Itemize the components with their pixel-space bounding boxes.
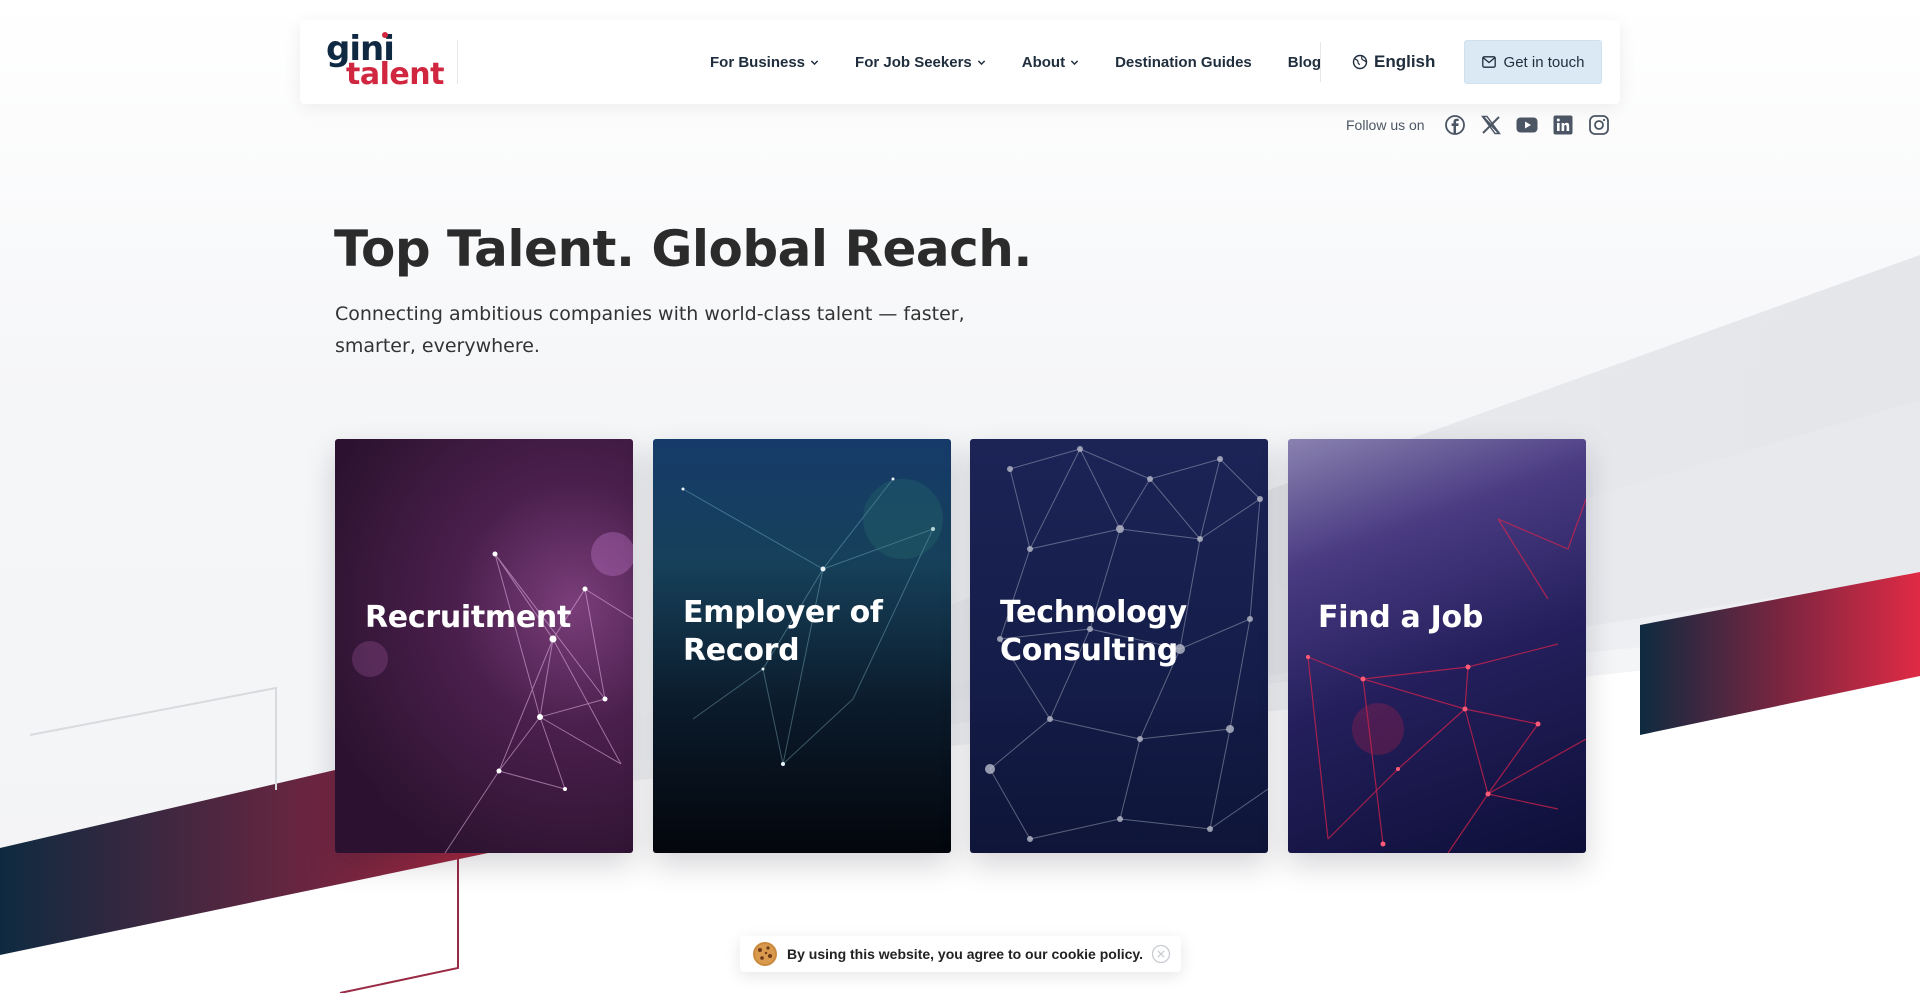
social-follow-bar: Follow us on: [1346, 112, 1617, 138]
youtube-icon[interactable]: [1516, 114, 1538, 136]
nav-item-label: For Business: [710, 53, 806, 71]
card-title: Recruitment: [365, 600, 572, 635]
nav-item-label: About: [1021, 53, 1066, 71]
card-employer-of-record[interactable]: Employer of Record: [653, 439, 951, 853]
chevron-down-icon: [977, 59, 985, 65]
network-graphic: [352, 532, 633, 853]
background-decoration: [0, 0, 1920, 993]
instagram-icon[interactable]: [1588, 114, 1610, 136]
hero-title: Top Talent. Global Reach.: [334, 220, 1032, 278]
language-selector[interactable]: English: [1352, 20, 1435, 104]
facebook-icon[interactable]: [1444, 114, 1466, 136]
nav-item-destination-guides[interactable]: Destination Guides: [1115, 54, 1252, 71]
card-title: Technology Consulting: [1000, 595, 1187, 668]
card-technology-consulting[interactable]: Technology Consulting: [970, 439, 1268, 853]
card-title: Find a Job: [1318, 600, 1483, 635]
nav-item-for-job-seekers[interactable]: For Job Seekers: [855, 54, 986, 71]
nav-item-label: Destination Guides: [1115, 53, 1252, 71]
nav-item-label: For Job Seekers: [855, 53, 972, 71]
cookie-message: By using this website, you agree to our …: [787, 946, 1144, 962]
x-icon[interactable]: [1480, 114, 1502, 136]
logo-wordmark-bottom: talent: [346, 57, 444, 92]
network-graphic: [1306, 498, 1586, 853]
card-find-a-job[interactable]: Find a Job: [1288, 439, 1586, 853]
cookie-banner: By using this website, you agree to our …: [740, 936, 1181, 972]
card-title: Employer of Record: [683, 595, 883, 668]
logo-dot-icon: [382, 32, 388, 38]
nav-item-blog[interactable]: Blog: [1288, 54, 1321, 71]
gini-talent-logo[interactable]: gini talent: [324, 32, 444, 92]
close-icon[interactable]: [1151, 944, 1171, 964]
nav-item-label: Blog: [1287, 53, 1322, 71]
get-in-touch-button[interactable]: Get in touch: [1464, 40, 1602, 84]
get-in-touch-label: Get in touch: [1503, 53, 1585, 71]
globe-icon: [1352, 54, 1368, 70]
card-recruitment[interactable]: Recruitment: [335, 439, 633, 853]
nav-item-about[interactable]: About: [1022, 54, 1079, 71]
header-divider: [457, 40, 458, 84]
language-label: English: [1374, 52, 1436, 71]
site-header: gini talent For Business For Job Seekers…: [300, 20, 1620, 104]
nav-item-for-business[interactable]: For Business: [710, 54, 819, 71]
follow-label: Follow us on: [1346, 117, 1425, 133]
mail-icon: [1481, 56, 1496, 68]
linkedin-icon[interactable]: [1552, 114, 1574, 136]
hero-subtitle: Connecting ambitious companies with worl…: [335, 303, 965, 357]
main-nav: For Business For Job Seekers About Desti…: [710, 20, 1357, 104]
header-divider: [1320, 42, 1321, 82]
chevron-down-icon: [810, 59, 819, 65]
cookie-icon: [753, 942, 777, 966]
chevron-down-icon: [1070, 59, 1079, 65]
